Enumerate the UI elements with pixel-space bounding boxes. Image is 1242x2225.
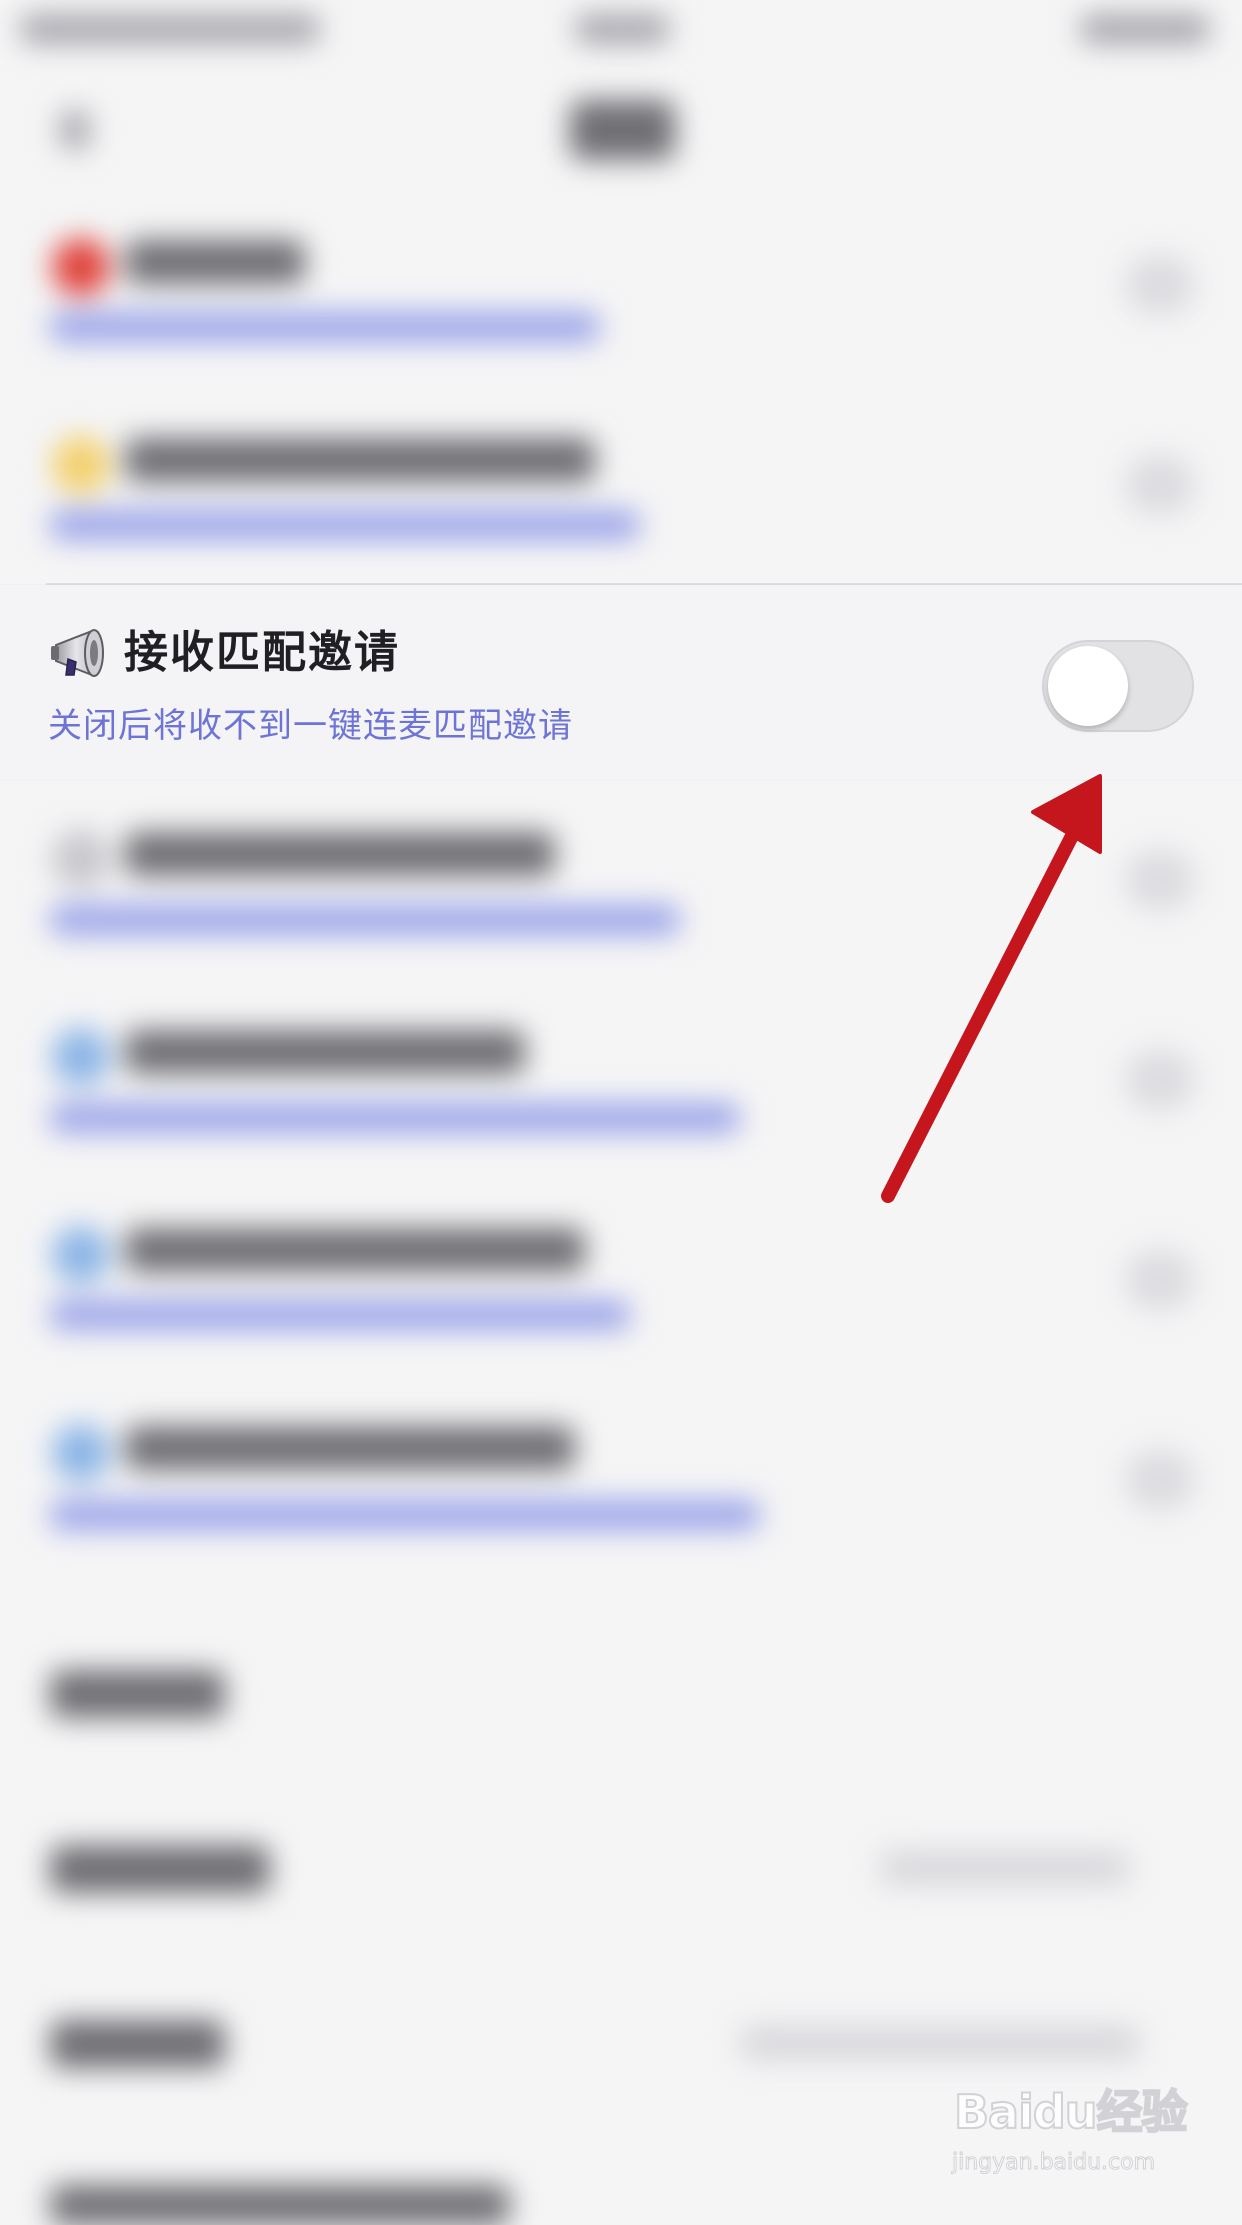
row2-title xyxy=(125,438,595,482)
blurred-background xyxy=(0,0,1242,2225)
watermark-logo: Baidu经验 xyxy=(953,2084,1189,2140)
row5-subtitle xyxy=(50,1103,740,1133)
row1-toggle[interactable] xyxy=(1125,255,1195,315)
row7-subtitle xyxy=(50,1500,760,1530)
receive-match-invite-toggle[interactable] xyxy=(1042,640,1194,732)
row1-subtitle xyxy=(50,312,600,342)
row6-icon xyxy=(52,1226,110,1284)
setting-description: 关闭后将收不到一键连麦匹配邀请 xyxy=(48,706,573,746)
row7-toggle[interactable] xyxy=(1125,1450,1195,1510)
row2-toggle[interactable] xyxy=(1125,455,1195,515)
megaphone-icon xyxy=(51,629,104,677)
back-icon[interactable] xyxy=(60,110,90,150)
status-bar-left xyxy=(20,14,320,44)
row5-title xyxy=(125,1030,525,1074)
section-item-2-value xyxy=(880,1850,1130,1886)
row7-title xyxy=(125,1426,575,1470)
row4-title xyxy=(125,832,555,876)
status-bar-time xyxy=(575,14,670,44)
section-item-2[interactable] xyxy=(50,1845,270,1893)
row4-subtitle xyxy=(50,905,680,935)
section-item-3[interactable] xyxy=(50,2020,225,2068)
row2-icon xyxy=(52,436,110,494)
watermark-url: jingyan.baidu.com xyxy=(951,2150,1156,2176)
row5-toggle[interactable] xyxy=(1125,1050,1195,1110)
row5-icon xyxy=(52,1028,110,1086)
row6-toggle[interactable] xyxy=(1125,1250,1195,1310)
row6-title xyxy=(125,1228,585,1272)
row4-icon xyxy=(52,830,110,888)
toggle-knob xyxy=(1048,646,1128,726)
row4-toggle[interactable] xyxy=(1125,850,1195,910)
row6-subtitle xyxy=(50,1300,630,1330)
row1-icon xyxy=(52,238,110,296)
section-item-4[interactable] xyxy=(50,2185,510,2225)
row1-title xyxy=(125,240,305,284)
row2-subtitle xyxy=(50,510,640,540)
setting-title: 接收匹配邀请 xyxy=(124,627,400,678)
section-item-1[interactable] xyxy=(50,1670,225,1718)
section-item-3-value xyxy=(740,2025,1140,2061)
row7-icon xyxy=(52,1424,110,1482)
nav-title xyxy=(570,100,675,160)
baidu-watermark: Baidu经验 jingyan.baidu.com xyxy=(950,2070,1190,2190)
status-bar-right xyxy=(1080,14,1210,44)
